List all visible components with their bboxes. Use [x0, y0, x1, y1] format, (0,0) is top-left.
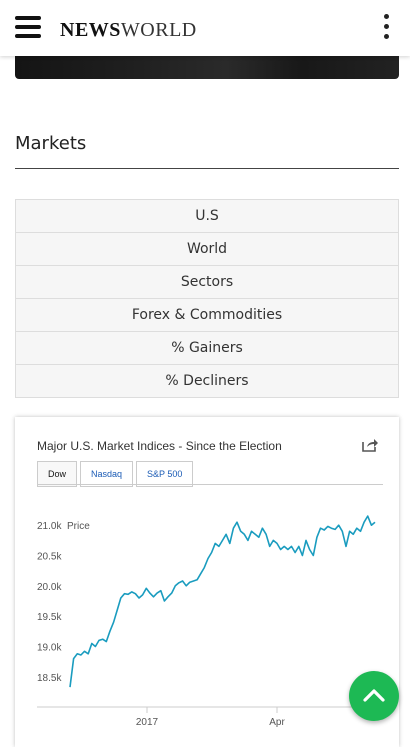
- logo-news-text: NEWS: [60, 19, 121, 41]
- y-tick-label: 19.0k: [37, 642, 62, 653]
- section-divider: [15, 168, 399, 169]
- y-tick-label: 20.5k: [37, 552, 62, 563]
- x-tick-label: 2017: [136, 717, 159, 728]
- market-tab-sectors[interactable]: Sectors: [16, 266, 398, 299]
- market-tab-gainers[interactable]: % Gainers: [16, 332, 398, 365]
- menu-icon[interactable]: [15, 16, 41, 38]
- more-options-icon[interactable]: [384, 14, 390, 42]
- y-tick-label: 21.0k: [37, 521, 62, 532]
- y-tick-label: 20.0k: [37, 582, 62, 593]
- market-tab-decliners[interactable]: % Decliners: [16, 365, 398, 397]
- market-tab-us[interactable]: U.S: [16, 200, 398, 233]
- back-to-top-button[interactable]: [349, 671, 399, 721]
- y-tick-label: 18.5k: [37, 673, 62, 684]
- dow-price-line: [69, 515, 376, 688]
- chevron-up-icon: [363, 689, 385, 702]
- y-tick-label: 19.5k: [37, 612, 62, 623]
- market-chart-card: Major U.S. Market Indices - Since the El…: [15, 417, 399, 747]
- markets-heading: Markets: [15, 133, 87, 154]
- market-tab-world[interactable]: World: [16, 233, 398, 266]
- x-tick-label: Apr: [269, 717, 285, 728]
- y-axis-label: Price: [67, 521, 90, 532]
- markets-tab-list: U.S World Sectors Forex & Commodities % …: [15, 199, 399, 398]
- market-tab-forex-commodities[interactable]: Forex & Commodities: [16, 299, 398, 332]
- top-app-bar: NEWSWORLD: [0, 0, 410, 56]
- site-logo[interactable]: NEWSWORLD: [60, 19, 197, 42]
- price-line-chart: 18.5k 19.0k 19.5k 20.0k 20.5k 21.0k Price 2017 A…: [37, 515, 383, 728]
- logo-world-text: WORLD: [120, 19, 197, 41]
- hero-image-strip[interactable]: [15, 56, 399, 79]
